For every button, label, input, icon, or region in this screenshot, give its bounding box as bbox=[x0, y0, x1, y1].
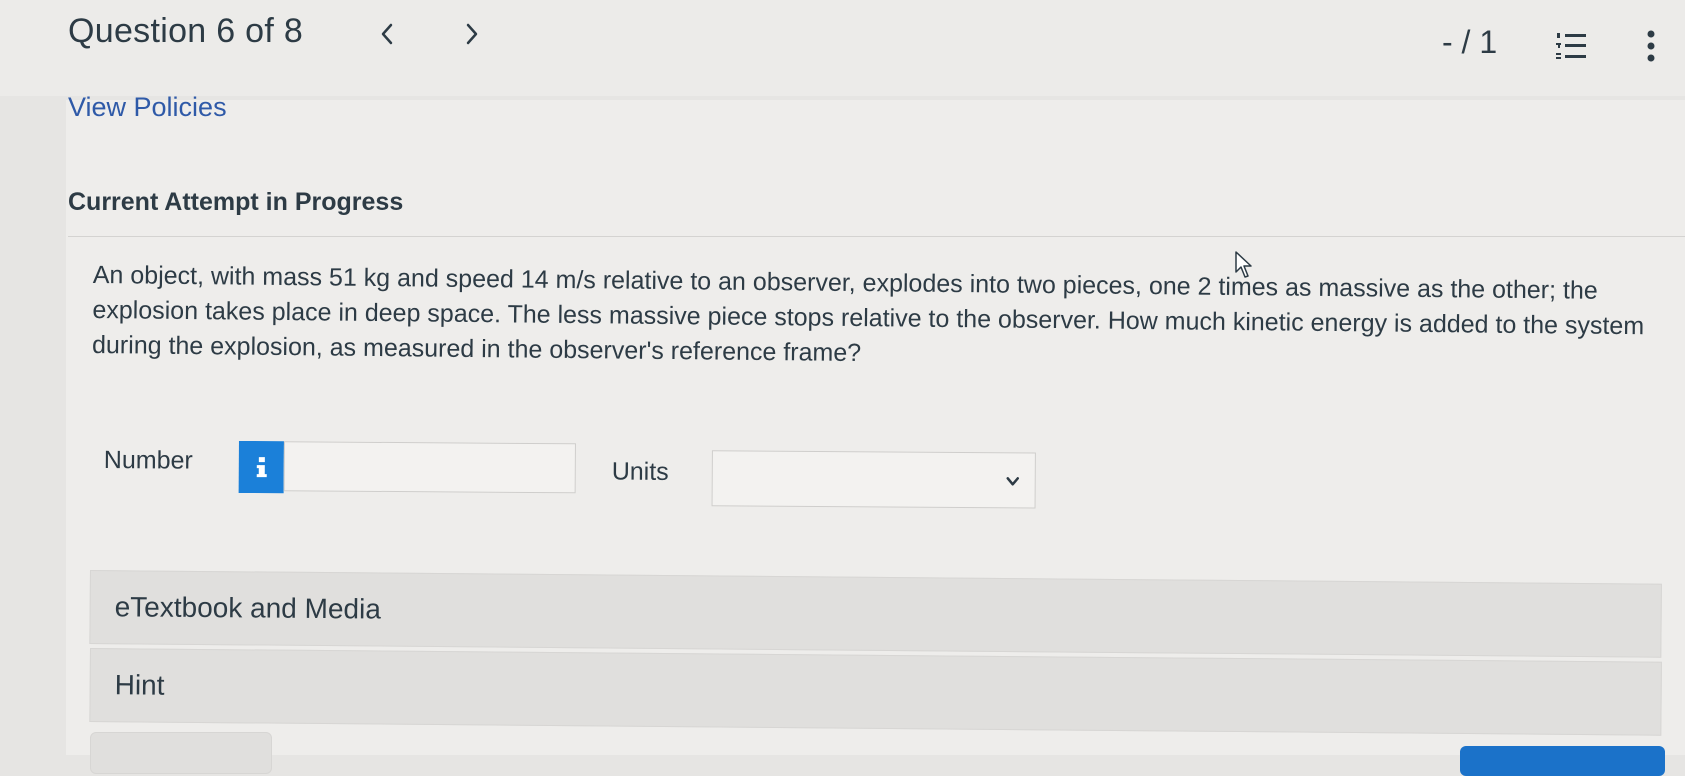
number-label: Number bbox=[103, 445, 193, 475]
question-counter: Question 6 of 8 bbox=[68, 12, 304, 50]
chevron-left-icon bbox=[381, 23, 393, 45]
question-text: An object, with mass 51 kg and speed 14 … bbox=[91, 260, 1645, 368]
submit-button[interactable] bbox=[1460, 746, 1665, 776]
hint-section[interactable]: Hint bbox=[89, 648, 1662, 736]
next-question-button[interactable] bbox=[452, 14, 492, 54]
previous-question-button[interactable] bbox=[367, 14, 407, 54]
etextbook-media-section[interactable]: eTextbook and Media bbox=[89, 570, 1662, 658]
numbered-list-icon bbox=[1556, 33, 1586, 59]
info-icon bbox=[256, 457, 267, 478]
etextbook-media-label: eTextbook and Media bbox=[114, 591, 381, 625]
question-list-button[interactable] bbox=[1551, 26, 1591, 66]
units-label: Units bbox=[611, 457, 669, 486]
hint-label: Hint bbox=[114, 669, 165, 701]
partially-visible-section[interactable] bbox=[90, 732, 272, 774]
chevron-right-icon bbox=[466, 23, 478, 45]
chevron-down-icon bbox=[1006, 477, 1019, 486]
answer-row: Number Units bbox=[103, 438, 1064, 509]
section-divider bbox=[68, 236, 1685, 237]
info-button[interactable] bbox=[238, 440, 284, 494]
more-options-button[interactable] bbox=[1636, 26, 1666, 66]
score-display: - / 1 bbox=[1442, 24, 1498, 60]
mouse-cursor-icon bbox=[1235, 251, 1252, 278]
number-input[interactable] bbox=[283, 441, 576, 494]
view-policies-link[interactable]: View Policies bbox=[68, 92, 227, 123]
units-select[interactable] bbox=[711, 450, 1036, 509]
vertical-ellipsis-icon bbox=[1647, 30, 1655, 62]
attempt-status: Current Attempt in Progress bbox=[68, 188, 404, 216]
